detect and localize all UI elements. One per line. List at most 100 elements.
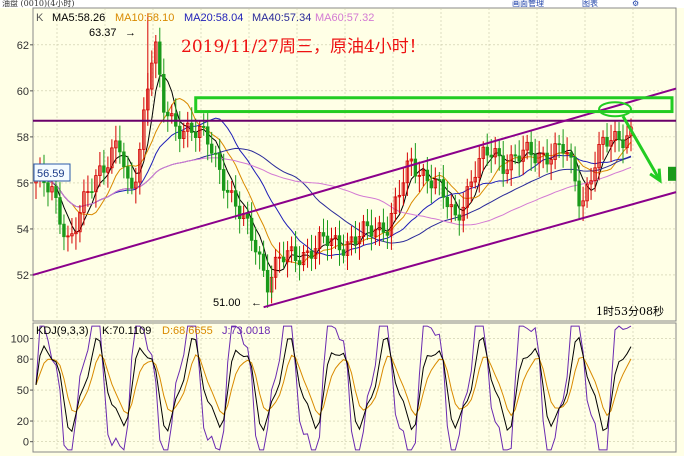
candle-body xyxy=(237,205,242,220)
candle-body xyxy=(453,204,457,216)
kdj-j-value: J:73.0018 xyxy=(222,325,270,337)
ma-line-ma5 xyxy=(35,75,632,272)
candle-body xyxy=(46,182,50,193)
candle-body xyxy=(341,249,346,256)
price-tag-value: 56.59 xyxy=(37,168,65,180)
candle-body xyxy=(561,143,565,154)
y-tick-label: 52 xyxy=(17,270,29,282)
candle-body xyxy=(162,73,166,113)
candle-body xyxy=(210,143,214,154)
y-tick-label: 56 xyxy=(17,178,29,190)
kdj-tick-label: 50 xyxy=(17,385,29,397)
ma20-legend: MA20:58.04 xyxy=(184,12,243,24)
kdj-label: KDJ(9,3,3) xyxy=(36,325,89,337)
low-price-label: 51.00 xyxy=(213,297,241,309)
candlestick-series xyxy=(34,13,633,308)
kdj-lines xyxy=(35,325,632,451)
candle-body xyxy=(321,232,326,237)
candle-body xyxy=(281,256,286,263)
candle-body xyxy=(445,196,450,208)
candle-body xyxy=(257,251,262,255)
candle-body xyxy=(381,222,386,233)
candle-body xyxy=(513,154,517,157)
y-tick-label: 62 xyxy=(17,40,29,52)
candle-body xyxy=(577,180,581,207)
candle-body xyxy=(213,152,218,155)
chart-window: 油盘 (0010)(4小时) 画面管理 图表 ⚙ 52 54 56 58 60 62 0 20… xyxy=(0,0,684,456)
candle-body xyxy=(297,260,302,266)
kdj-tick-label: 20 xyxy=(17,416,29,428)
moving-average-lines xyxy=(35,75,632,272)
candle-body xyxy=(501,155,505,174)
toolbar-item-2[interactable]: 图表 xyxy=(582,0,598,8)
candle-body xyxy=(425,169,430,182)
candle-body xyxy=(457,214,461,221)
candle-body xyxy=(178,125,182,139)
candle-body xyxy=(497,148,501,157)
candle-body xyxy=(529,141,533,156)
candle-body xyxy=(545,152,549,165)
ma60-legend: MA60:57.32 xyxy=(315,12,374,24)
candle-body xyxy=(437,179,442,181)
candle-body xyxy=(221,169,226,191)
candle-body xyxy=(265,269,270,293)
candle-body xyxy=(489,154,493,158)
y-tick-label: 60 xyxy=(17,86,29,98)
candle-body xyxy=(485,146,489,156)
candle-body xyxy=(569,152,573,158)
candle-body xyxy=(337,235,342,251)
candle-body xyxy=(385,231,390,236)
candle-body xyxy=(225,189,230,193)
candle-body xyxy=(90,191,94,193)
y-tick-label: 58 xyxy=(17,132,29,144)
kdj-j-line xyxy=(35,325,632,451)
candle-body xyxy=(130,177,134,189)
candle-body xyxy=(533,154,537,164)
candle-body xyxy=(217,152,222,170)
candle-body xyxy=(118,140,122,153)
high-arrow: → xyxy=(125,27,136,39)
candle-body xyxy=(58,197,62,225)
candle-body xyxy=(617,131,621,141)
candle-body xyxy=(605,136,609,147)
candle-body xyxy=(369,225,374,237)
candle-body xyxy=(158,41,162,75)
ma40-legend: MA40:57.34 xyxy=(252,12,311,24)
candle-body xyxy=(122,151,126,168)
ma5-legend: MA5:58.26 xyxy=(52,12,105,24)
kdj-k-line xyxy=(35,336,632,433)
candle-body xyxy=(253,239,258,253)
candle-body xyxy=(413,158,418,177)
candle-body xyxy=(62,223,66,238)
candle-body xyxy=(166,111,170,117)
candle-body xyxy=(261,253,266,271)
candle-body xyxy=(126,166,130,179)
window-title: 油盘 (0010)(4小时) xyxy=(2,0,74,8)
candle-body xyxy=(325,235,330,246)
candle-body xyxy=(202,126,206,128)
candle-body xyxy=(194,132,198,138)
kdj-tick-label: 0 xyxy=(23,437,29,449)
candle-body xyxy=(557,143,561,146)
kdj-d-value: D:68.6655 xyxy=(162,325,213,337)
y-tick-label: 54 xyxy=(17,224,29,236)
toolbar-item-1[interactable]: 画面管理 xyxy=(512,0,544,8)
candle-body xyxy=(365,221,370,227)
candle-body xyxy=(54,186,58,199)
indicator-prefix: K xyxy=(36,12,44,24)
high-price-label: 63.37 xyxy=(89,27,117,39)
candle-body xyxy=(353,236,358,245)
headline-title: 2019/11/27周三，原油4小时！ xyxy=(181,37,426,57)
countdown-timer: 1时53分08秒 xyxy=(596,304,664,318)
candle-body xyxy=(249,217,254,241)
candle-body xyxy=(309,250,314,259)
last-price-marker xyxy=(668,166,676,181)
kdj-k-value: K:70.1109 xyxy=(102,325,151,337)
low-arrow: ← xyxy=(251,297,262,309)
candle-body xyxy=(441,179,446,198)
candle-body xyxy=(517,155,521,162)
candle-body xyxy=(293,246,298,261)
settings-icon[interactable]: ⚙ xyxy=(632,0,639,8)
chart-svg[interactable]: 油盘 (0010)(4小时) 画面管理 图表 ⚙ 52 54 56 58 60 62 0 20… xyxy=(0,0,684,456)
candle-body xyxy=(190,122,194,133)
